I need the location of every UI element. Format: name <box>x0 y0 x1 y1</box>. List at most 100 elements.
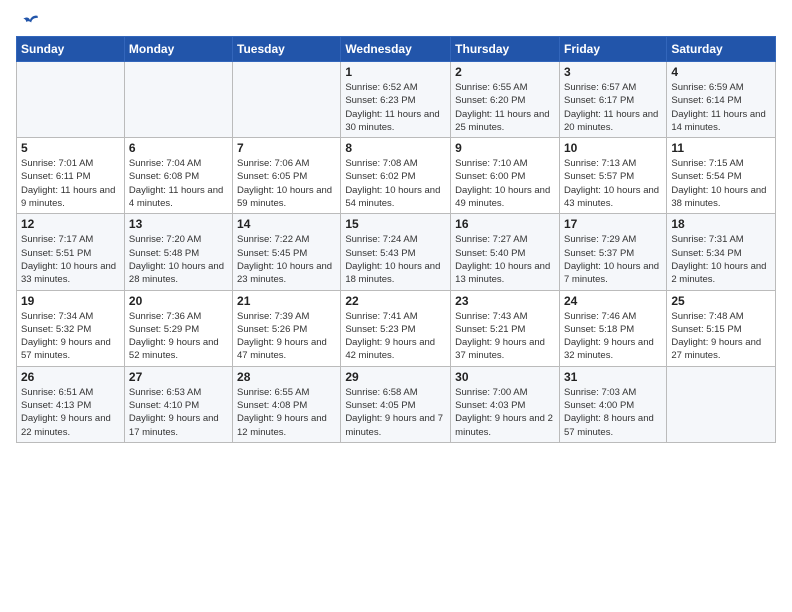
day-info: Sunrise: 7:41 AM Sunset: 5:23 PM Dayligh… <box>345 310 446 363</box>
logo <box>16 10 42 30</box>
day-cell-17: 17 Sunrise: 7:29 AM Sunset: 5:37 PM Dayli… <box>559 214 666 290</box>
day-info: Sunrise: 6:58 AM Sunset: 4:05 PM Dayligh… <box>345 386 446 439</box>
day-number: 23 <box>455 294 555 308</box>
day-cell-13: 13 Sunrise: 7:20 AM Sunset: 5:48 PM Dayli… <box>124 214 232 290</box>
day-info: Sunrise: 7:29 AM Sunset: 5:37 PM Dayligh… <box>564 233 662 286</box>
day-number: 13 <box>129 217 228 231</box>
week-row-3: 12 Sunrise: 7:17 AM Sunset: 5:51 PM Dayli… <box>17 214 776 290</box>
week-row-1: 1Sunrise: 6:52 AM Sunset: 6:23 PM Daylig… <box>17 62 776 138</box>
day-info: Sunrise: 7:46 AM Sunset: 5:18 PM Dayligh… <box>564 310 662 363</box>
day-info: Sunrise: 7:24 AM Sunset: 5:43 PM Dayligh… <box>345 233 446 286</box>
empty-cell <box>233 62 341 138</box>
day-number: 25 <box>671 294 771 308</box>
empty-cell <box>124 62 232 138</box>
day-cell-18: 18 Sunrise: 7:31 AM Sunset: 5:34 PM Dayli… <box>667 214 776 290</box>
day-cell-12: 12 Sunrise: 7:17 AM Sunset: 5:51 PM Dayli… <box>17 214 125 290</box>
day-cell-5: 5Sunrise: 7:01 AM Sunset: 6:11 PM Daylig… <box>17 138 125 214</box>
day-cell-2: 2 Sunrise: 6:55 AM Sunset: 6:20 PM Daylig… <box>451 62 560 138</box>
day-cell-9: 9 Sunrise: 7:10 AM Sunset: 6:00 PM Daylig… <box>451 138 560 214</box>
day-cell-30: 30 Sunrise: 7:00 AM Sunset: 4:03 PM Dayli… <box>451 366 560 442</box>
day-info: Sunrise: 6:55 AM Sunset: 6:20 PM Dayligh… <box>455 81 555 134</box>
day-cell-7: 7 Sunrise: 7:06 AM Sunset: 6:05 PM Daylig… <box>233 138 341 214</box>
day-cell-29: 29 Sunrise: 6:58 AM Sunset: 4:05 PM Dayli… <box>341 366 451 442</box>
day-info: Sunrise: 7:27 AM Sunset: 5:40 PM Dayligh… <box>455 233 555 286</box>
day-number: 17 <box>564 217 662 231</box>
day-cell-22: 22 Sunrise: 7:41 AM Sunset: 5:23 PM Dayli… <box>341 290 451 366</box>
day-number: 1 <box>345 65 446 79</box>
day-cell-11: 11 Sunrise: 7:15 AM Sunset: 5:54 PM Dayli… <box>667 138 776 214</box>
day-cell-14: 14 Sunrise: 7:22 AM Sunset: 5:45 PM Dayli… <box>233 214 341 290</box>
day-cell-1: 1Sunrise: 6:52 AM Sunset: 6:23 PM Daylig… <box>341 62 451 138</box>
day-number: 21 <box>237 294 336 308</box>
day-number: 15 <box>345 217 446 231</box>
day-info: Sunrise: 7:34 AM Sunset: 5:32 PM Dayligh… <box>21 310 120 363</box>
weekday-header-tuesday: Tuesday <box>233 37 341 62</box>
day-number: 8 <box>345 141 446 155</box>
day-number: 12 <box>21 217 120 231</box>
day-number: 3 <box>564 65 662 79</box>
day-info: Sunrise: 7:17 AM Sunset: 5:51 PM Dayligh… <box>21 233 120 286</box>
week-row-4: 19 Sunrise: 7:34 AM Sunset: 5:32 PM Dayli… <box>17 290 776 366</box>
day-cell-23: 23 Sunrise: 7:43 AM Sunset: 5:21 PM Dayli… <box>451 290 560 366</box>
day-number: 16 <box>455 217 555 231</box>
day-info: Sunrise: 7:00 AM Sunset: 4:03 PM Dayligh… <box>455 386 555 439</box>
day-number: 26 <box>21 370 120 384</box>
header <box>16 10 776 30</box>
day-info: Sunrise: 7:10 AM Sunset: 6:00 PM Dayligh… <box>455 157 555 210</box>
weekday-header-monday: Monday <box>124 37 232 62</box>
day-cell-31: 31 Sunrise: 7:03 AM Sunset: 4:00 PM Dayli… <box>559 366 666 442</box>
day-number: 18 <box>671 217 771 231</box>
day-cell-26: 26 Sunrise: 6:51 AM Sunset: 4:13 PM Dayli… <box>17 366 125 442</box>
day-cell-8: 8 Sunrise: 7:08 AM Sunset: 6:02 PM Daylig… <box>341 138 451 214</box>
day-cell-15: 15 Sunrise: 7:24 AM Sunset: 5:43 PM Dayli… <box>341 214 451 290</box>
day-number: 31 <box>564 370 662 384</box>
day-number: 9 <box>455 141 555 155</box>
day-number: 30 <box>455 370 555 384</box>
day-number: 27 <box>129 370 228 384</box>
week-row-2: 5Sunrise: 7:01 AM Sunset: 6:11 PM Daylig… <box>17 138 776 214</box>
logo-bird-icon <box>20 10 40 30</box>
day-cell-24: 24 Sunrise: 7:46 AM Sunset: 5:18 PM Dayli… <box>559 290 666 366</box>
day-info: Sunrise: 7:43 AM Sunset: 5:21 PM Dayligh… <box>455 310 555 363</box>
day-info: Sunrise: 7:20 AM Sunset: 5:48 PM Dayligh… <box>129 233 228 286</box>
day-number: 11 <box>671 141 771 155</box>
page: SundayMondayTuesdayWednesdayThursdayFrid… <box>0 0 792 612</box>
weekday-header-sunday: Sunday <box>17 37 125 62</box>
day-cell-20: 20Sunrise: 7:36 AM Sunset: 5:29 PM Dayli… <box>124 290 232 366</box>
empty-cell <box>667 366 776 442</box>
day-info: Sunrise: 7:22 AM Sunset: 5:45 PM Dayligh… <box>237 233 336 286</box>
weekday-header-wednesday: Wednesday <box>341 37 451 62</box>
day-number: 29 <box>345 370 446 384</box>
day-info: Sunrise: 6:51 AM Sunset: 4:13 PM Dayligh… <box>21 386 120 439</box>
day-number: 19 <box>21 294 120 308</box>
day-info: Sunrise: 6:55 AM Sunset: 4:08 PM Dayligh… <box>237 386 336 439</box>
day-cell-6: 6Sunrise: 7:04 AM Sunset: 6:08 PM Daylig… <box>124 138 232 214</box>
week-row-5: 26 Sunrise: 6:51 AM Sunset: 4:13 PM Dayli… <box>17 366 776 442</box>
day-info: Sunrise: 7:04 AM Sunset: 6:08 PM Dayligh… <box>129 157 228 210</box>
day-number: 24 <box>564 294 662 308</box>
day-info: Sunrise: 7:13 AM Sunset: 5:57 PM Dayligh… <box>564 157 662 210</box>
day-cell-10: 10Sunrise: 7:13 AM Sunset: 5:57 PM Dayli… <box>559 138 666 214</box>
day-info: Sunrise: 7:39 AM Sunset: 5:26 PM Dayligh… <box>237 310 336 363</box>
weekday-header-row: SundayMondayTuesdayWednesdayThursdayFrid… <box>17 37 776 62</box>
day-number: 5 <box>21 141 120 155</box>
day-info: Sunrise: 6:53 AM Sunset: 4:10 PM Dayligh… <box>129 386 228 439</box>
weekday-header-thursday: Thursday <box>451 37 560 62</box>
day-info: Sunrise: 7:15 AM Sunset: 5:54 PM Dayligh… <box>671 157 771 210</box>
day-cell-19: 19 Sunrise: 7:34 AM Sunset: 5:32 PM Dayli… <box>17 290 125 366</box>
day-number: 2 <box>455 65 555 79</box>
day-number: 22 <box>345 294 446 308</box>
day-number: 7 <box>237 141 336 155</box>
day-number: 20 <box>129 294 228 308</box>
calendar: SundayMondayTuesdayWednesdayThursdayFrid… <box>16 36 776 443</box>
day-cell-28: 28Sunrise: 6:55 AM Sunset: 4:08 PM Dayli… <box>233 366 341 442</box>
day-info: Sunrise: 6:57 AM Sunset: 6:17 PM Dayligh… <box>564 81 662 134</box>
day-cell-4: 4Sunrise: 6:59 AM Sunset: 6:14 PM Daylig… <box>667 62 776 138</box>
day-info: Sunrise: 7:06 AM Sunset: 6:05 PM Dayligh… <box>237 157 336 210</box>
empty-cell <box>17 62 125 138</box>
day-number: 4 <box>671 65 771 79</box>
day-number: 14 <box>237 217 336 231</box>
day-info: Sunrise: 7:31 AM Sunset: 5:34 PM Dayligh… <box>671 233 771 286</box>
day-info: Sunrise: 7:03 AM Sunset: 4:00 PM Dayligh… <box>564 386 662 439</box>
day-info: Sunrise: 7:08 AM Sunset: 6:02 PM Dayligh… <box>345 157 446 210</box>
